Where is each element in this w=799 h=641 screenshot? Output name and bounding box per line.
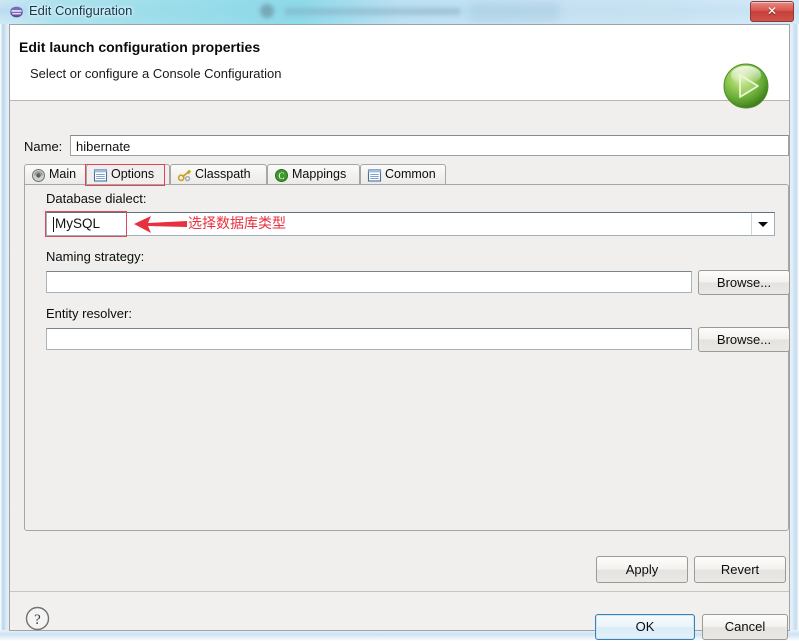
window-frame-right [789, 24, 799, 641]
cancel-button[interactable]: Cancel [702, 614, 788, 640]
text-caret [53, 217, 54, 232]
naming-strategy-input[interactable] [46, 271, 692, 293]
tab-main-label: Main [49, 167, 77, 181]
tab-classpath[interactable]: Classpath [170, 164, 267, 185]
dialog-body: Edit launch configuration properties Sel… [9, 24, 790, 640]
tab-main[interactable]: Main [24, 164, 94, 185]
entity-resolver-input[interactable] [46, 328, 692, 350]
database-dialect-label: Database dialect: [46, 191, 147, 206]
common-tab-icon [367, 169, 382, 182]
chevron-down-icon[interactable] [751, 213, 774, 235]
database-dialect-combo[interactable]: MySQL [46, 212, 775, 236]
tab-classpath-label: Classpath [195, 167, 251, 181]
window-title: Edit Configuration [29, 3, 133, 18]
dialog-header: Edit launch configuration properties Sel… [10, 25, 789, 109]
options-tab-icon [93, 169, 108, 182]
svg-text:C: C [278, 171, 284, 181]
mappings-tab-icon: C [275, 169, 288, 182]
titlebar-blur-ghost-3 [470, 2, 560, 22]
annotation-text: 选择数据库类型 [188, 216, 286, 232]
tab-common-label: Common [385, 167, 436, 181]
page-title: Edit launch configuration properties [19, 39, 261, 55]
ok-button[interactable]: OK [595, 614, 695, 640]
options-tab-panel: Database dialect: MySQL 选择数据库类型 Naming s… [24, 184, 790, 531]
tab-options-label: Options [111, 167, 155, 181]
browse-entity-resolver-button[interactable]: Browse... [698, 327, 790, 352]
close-icon: ✕ [766, 4, 778, 18]
page-subtitle: Select or configure a Console Configurat… [30, 66, 282, 81]
window-titlebar: Edit Configuration ✕ [0, 0, 799, 24]
close-button[interactable]: ✕ [750, 1, 794, 22]
database-dialect-value: MySQL [55, 216, 101, 231]
main-tab-icon [32, 169, 45, 182]
svg-text:?: ? [34, 612, 41, 628]
titlebar-blur-ghost-1 [260, 4, 274, 18]
revert-button[interactable]: Revert [694, 556, 786, 583]
entity-resolver-label: Entity resolver: [46, 306, 132, 321]
tab-common[interactable]: Common [360, 164, 446, 185]
titlebar-blur-ghost-4 [560, 0, 680, 24]
eclipse-launch-icon [10, 6, 23, 18]
naming-strategy-label: Naming strategy: [46, 249, 145, 264]
help-question-icon[interactable]: ? [24, 605, 51, 632]
tab-options[interactable]: Options [86, 164, 170, 185]
browse-naming-strategy-button[interactable]: Browse... [698, 270, 790, 295]
titlebar-blur-ghost-2 [285, 8, 460, 15]
apply-button[interactable]: Apply [596, 556, 688, 583]
edit-configuration-window: Edit Configuration ✕ Edit launch configu… [0, 0, 799, 641]
name-input[interactable] [70, 135, 789, 156]
green-run-play-icon [723, 63, 769, 109]
tab-strip: Main Options Classpath C Mappings Common [24, 164, 789, 185]
name-label: Name: [24, 139, 63, 154]
tab-mappings[interactable]: C Mappings [267, 164, 360, 185]
tab-mappings-label: Mappings [292, 167, 347, 181]
classpath-tab-icon [177, 169, 191, 182]
